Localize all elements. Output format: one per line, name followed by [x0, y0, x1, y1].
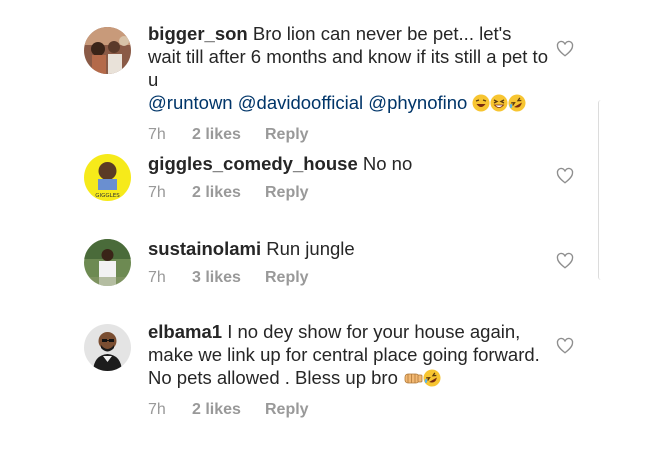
comment-content: No no — [362, 153, 413, 174]
comment-text: giggles_comedy_house No no — [148, 152, 548, 175]
comment-text: sustainolami Run jungle — [148, 237, 548, 260]
comment-text: bigger_son Bro lion can never be pet... … — [148, 22, 548, 117]
reply-button[interactable]: Reply — [265, 401, 309, 419]
comment-likes-count[interactable]: 2 likes — [192, 126, 265, 144]
mention-link[interactable]: @phynofino — [368, 92, 467, 113]
comment-content: Run jungle — [266, 238, 355, 259]
heart-icon[interactable] — [556, 167, 574, 185]
comment-username[interactable]: sustainolami — [148, 238, 261, 259]
comment-likes-count[interactable]: 2 likes — [192, 184, 265, 202]
comments-panel: bigger_son Bro lion can never be pet... … — [0, 0, 668, 449]
comment-likes-count[interactable]: 3 likes — [192, 269, 265, 287]
comment-timestamp: 7h — [148, 269, 166, 286]
comment-timestamp: 7h — [148, 126, 166, 143]
comment-username[interactable]: bigger_son — [148, 23, 248, 44]
reply-button[interactable]: Reply — [265, 126, 309, 144]
heart-icon[interactable] — [556, 40, 574, 58]
reply-button[interactable]: Reply — [265, 269, 309, 287]
comment-body: bigger_son Bro lion can never be pet... … — [148, 22, 548, 144]
mention-link[interactable]: @runtown — [148, 92, 233, 113]
comment-timestamp: 7h — [148, 401, 166, 418]
heart-icon[interactable] — [556, 252, 574, 270]
avatar[interactable] — [84, 27, 131, 74]
fist-bump-emoji — [403, 369, 423, 392]
comment-body: sustainolami Run jungle 7h 3 likes Reply — [148, 237, 548, 287]
comment-meta: 7h 2 likes Reply — [148, 126, 548, 144]
comment-meta: 7h 2 likes Reply — [148, 401, 548, 419]
avatar[interactable]: GIGGLES — [84, 154, 131, 201]
avatar[interactable] — [84, 324, 131, 371]
mention-link[interactable]: @davidoofficial — [238, 92, 363, 113]
comment-username[interactable]: giggles_comedy_house — [148, 153, 358, 174]
comment-text: elbama1 I no dey show for your house aga… — [148, 320, 548, 392]
comment-username[interactable]: elbama1 — [148, 321, 222, 342]
comment-meta: 7h 3 likes Reply — [148, 269, 548, 287]
laughing-face-emoji — [472, 94, 490, 117]
rofl-emoji — [508, 94, 526, 117]
comment-meta: 7h 2 likes Reply — [148, 184, 548, 202]
scrollbar[interactable] — [598, 100, 605, 280]
rofl-emoji — [423, 369, 441, 392]
grinning-squint-emoji — [490, 94, 508, 117]
avatar-logo-text: GIGGLES — [95, 193, 120, 199]
comment-likes-count[interactable]: 2 likes — [192, 401, 265, 419]
reply-button[interactable]: Reply — [265, 184, 309, 202]
avatar[interactable] — [84, 239, 131, 286]
comment-body: giggles_comedy_house No no 7h 2 likes Repl… — [148, 152, 548, 202]
comment-timestamp: 7h — [148, 184, 166, 201]
heart-icon[interactable] — [556, 337, 574, 355]
comment-body: elbama1 I no dey show for your house aga… — [148, 320, 548, 419]
